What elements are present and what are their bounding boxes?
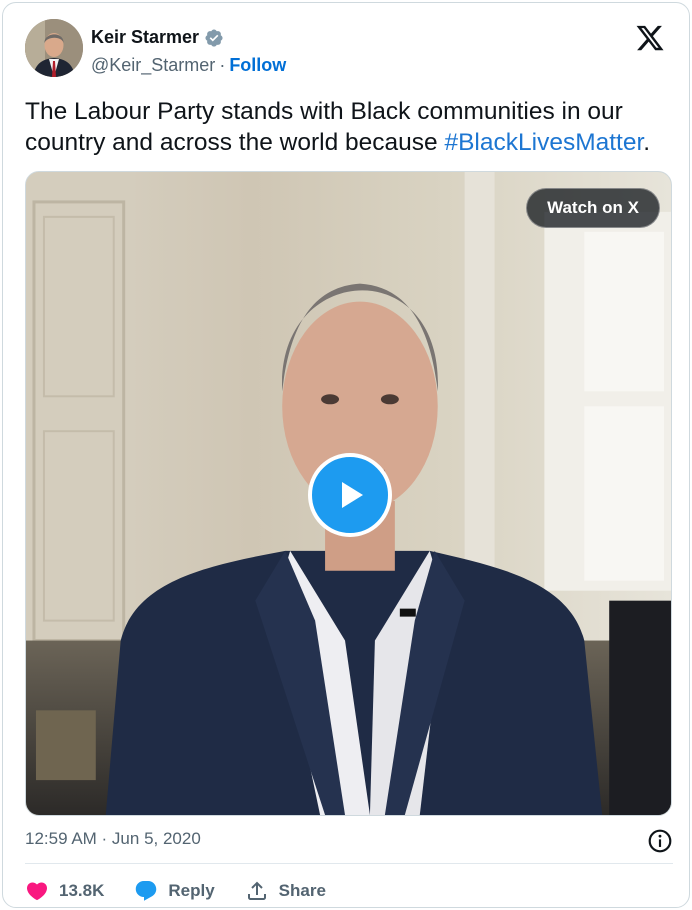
like-button[interactable]: 13.8K — [25, 879, 104, 903]
play-icon — [342, 482, 363, 508]
reply-button[interactable]: Reply — [134, 879, 215, 903]
video-player[interactable]: Watch on X — [25, 171, 672, 816]
author-name-row: Keir Starmer — [91, 27, 224, 48]
tweet-end-punctuation: . — [643, 129, 651, 156]
verified-badge-icon — [205, 28, 223, 47]
follow-button[interactable]: Follow — [229, 55, 286, 75]
reply-label: Reply — [168, 881, 215, 900]
heart-icon — [26, 882, 48, 901]
reply-icon — [136, 881, 157, 901]
author-handle[interactable]: @Keir_Starmer — [91, 55, 215, 75]
share-button[interactable]: Share — [245, 879, 326, 903]
tweet-text: The Labour Party stands with Black commu… — [25, 96, 675, 158]
action-bar: 13.8K Reply Share — [25, 877, 356, 905]
share-label: Share — [278, 881, 326, 900]
x-logo-icon[interactable] — [635, 23, 665, 53]
watch-on-x-button[interactable]: Watch on X — [526, 188, 660, 228]
share-icon — [247, 881, 266, 900]
divider — [25, 863, 673, 864]
timestamp[interactable]: 12:59 AM · Jun 5, 2020 — [25, 829, 201, 848]
avatar[interactable] — [25, 19, 83, 77]
author-name[interactable]: Keir Starmer — [91, 27, 199, 48]
separator-dot: · — [219, 55, 226, 75]
hashtag-link[interactable]: #BlackLivesMatter — [444, 129, 643, 156]
like-count: 13.8K — [59, 881, 105, 900]
tweet-card: Keir Starmer @Keir_Starmer · Follow The La… — [2, 2, 690, 908]
timestamp-row: 12:59 AM · Jun 5, 2020 — [25, 829, 673, 853]
play-button[interactable] — [308, 453, 392, 537]
info-icon[interactable] — [647, 828, 673, 854]
author-handle-row: @Keir_Starmer · Follow — [91, 55, 286, 76]
